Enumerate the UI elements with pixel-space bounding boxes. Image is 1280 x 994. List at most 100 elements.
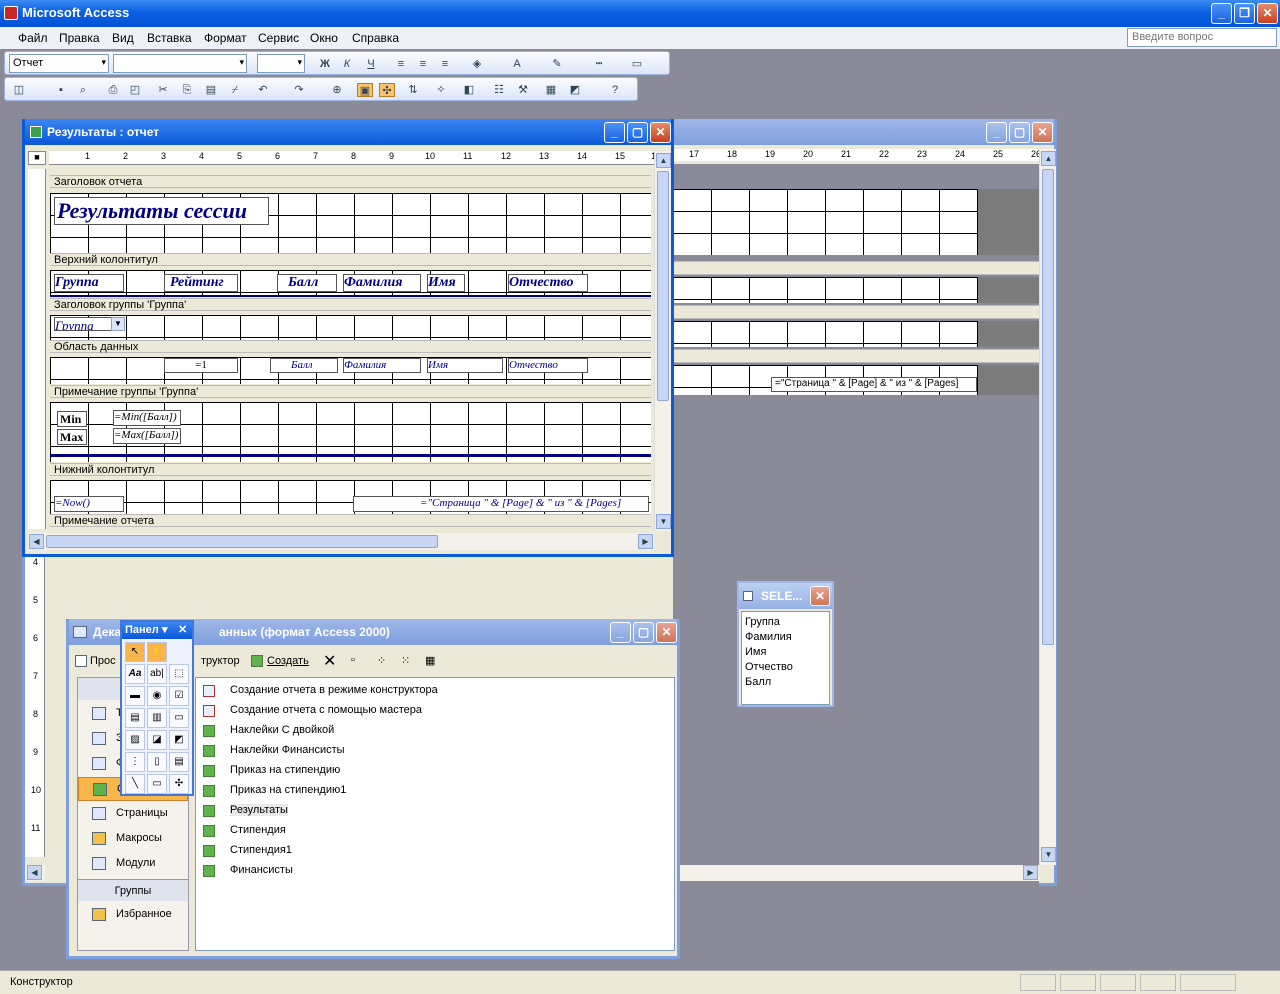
underline-icon[interactable]: Ч xyxy=(363,57,379,71)
detail-ball-field[interactable]: Балл xyxy=(270,358,338,373)
print-icon[interactable]: ⎙ xyxy=(105,83,121,97)
section-detail[interactable]: Область данных xyxy=(50,340,651,353)
list-item-design[interactable]: Создание отчета в режиме конструктора xyxy=(203,684,438,697)
section-page-footer[interactable]: Нижний колонтитул xyxy=(50,463,651,476)
code-icon[interactable]: ◧ xyxy=(461,83,477,97)
bg-page-number-field[interactable]: ="Страница " & [Page] & " из " & [Pages] xyxy=(771,377,977,392)
field-item[interactable]: Фамилия xyxy=(745,631,792,643)
paste-icon[interactable]: ▤ xyxy=(203,83,219,97)
database-window-icon[interactable]: ▦ xyxy=(543,83,559,97)
menu-insert[interactable]: Вставка xyxy=(147,31,192,45)
detail-surname-field[interactable]: Фамилия xyxy=(343,358,421,373)
bound-frame-icon[interactable]: ◩ xyxy=(169,730,189,750)
tab-control-icon[interactable]: ▯ xyxy=(147,752,167,772)
menu-edit[interactable]: Правка xyxy=(59,31,100,45)
list-item-report[interactable]: Наклейки С двойкой xyxy=(203,724,334,737)
scroll-down-icon[interactable]: ▼ xyxy=(656,514,671,529)
select-objects-icon[interactable]: ↖ xyxy=(125,642,145,662)
list-icon[interactable]: ⁙ xyxy=(401,654,410,667)
line-width-icon[interactable]: ┅ xyxy=(591,57,607,71)
list-item-wizard[interactable]: Создание отчета с помощью мастера xyxy=(203,704,422,717)
format-painter-icon[interactable]: ⌿ xyxy=(227,83,243,97)
header-label-ball[interactable]: Балл xyxy=(277,274,337,292)
section-report-header[interactable]: Заголовок отчета xyxy=(50,175,651,188)
unbound-frame-icon[interactable]: ◪ xyxy=(147,730,167,750)
create-button[interactable]: Создать xyxy=(267,655,309,667)
builder-icon[interactable]: ⚒ xyxy=(515,83,531,97)
save-icon[interactable]: ▪ xyxy=(53,83,69,97)
field-list-icon[interactable]: ▣ xyxy=(357,83,373,97)
field-item[interactable]: Балл xyxy=(745,676,771,688)
report-selector[interactable]: ■ xyxy=(28,151,46,165)
delete-icon[interactable]: ✕ xyxy=(323,651,336,671)
new-object-icon[interactable]: ◩ xyxy=(567,83,583,97)
close-icon[interactable]: ✕ xyxy=(178,623,187,636)
category-modules[interactable]: Модули xyxy=(78,852,188,876)
image-tool-icon[interactable]: ▨ xyxy=(125,730,145,750)
report-horizontal-scrollbar[interactable]: ◀ ▶ xyxy=(28,533,654,550)
detail-rating-field[interactable]: =1 xyxy=(164,358,238,373)
category-pages[interactable]: Страницы xyxy=(78,802,188,826)
report-title-label[interactable]: Результаты сессии xyxy=(54,197,269,225)
bg-close-button[interactable]: ✕ xyxy=(1032,122,1053,143)
redo-icon[interactable]: ↷ xyxy=(291,83,307,97)
align-right-icon[interactable]: ≡ xyxy=(437,57,453,71)
chevron-down-icon[interactable]: ▼ xyxy=(111,317,125,331)
section-page-header[interactable]: Верхний колонтитул xyxy=(50,253,651,266)
favorites-group[interactable]: Избранное xyxy=(78,903,188,927)
db-minimize-button[interactable]: _ xyxy=(610,622,631,643)
command-button-icon[interactable]: ▭ xyxy=(169,708,189,728)
option-button-icon[interactable]: ◉ xyxy=(147,686,167,706)
max-label[interactable]: Max xyxy=(57,429,87,445)
fill-color-icon[interactable]: ◈ xyxy=(469,57,485,71)
min-label[interactable]: Min xyxy=(57,411,87,427)
bg-horizontal-scrollbar[interactable]: ▶ xyxy=(677,865,1039,881)
view-icon[interactable]: ◫ xyxy=(11,83,27,97)
section-group-footer[interactable]: Примечание группы 'Группа' xyxy=(50,385,651,398)
list-item-report[interactable]: Финансисты xyxy=(203,864,293,877)
section-report-footer[interactable]: Примечание отчета xyxy=(50,514,651,527)
hyperlink-icon[interactable]: ⊕ xyxy=(329,83,345,97)
chevron-down-icon[interactable]: ▾ xyxy=(162,623,168,636)
search-icon[interactable]: ⌕ xyxy=(75,83,91,97)
now-field[interactable]: =Now() xyxy=(54,496,124,512)
listbox-tool-icon[interactable]: ▥ xyxy=(147,708,167,728)
report-vertical-scrollbar[interactable]: ▲ ▼ xyxy=(654,151,671,531)
db-maximize-button[interactable]: ▢ xyxy=(633,622,654,643)
report-minimize-button[interactable]: _ xyxy=(604,122,625,143)
checkbox-tool-icon[interactable]: ☑ xyxy=(169,686,189,706)
scroll-left-icon[interactable]: ◀ xyxy=(29,534,44,549)
list-item-report[interactable]: Наклейки Финансисты xyxy=(203,744,345,757)
sorting-grouping-icon[interactable]: ⇅ xyxy=(405,83,421,97)
autoformat-icon[interactable]: ✧ xyxy=(433,83,449,97)
field-item[interactable]: Группа xyxy=(745,616,780,628)
minimize-button[interactable]: _ xyxy=(1211,3,1232,24)
bold-icon[interactable]: Ж xyxy=(317,57,333,71)
menu-help[interactable]: Справка xyxy=(352,31,399,45)
more-controls-icon[interactable]: ✣ xyxy=(169,774,189,794)
font-combo[interactable] xyxy=(113,54,247,73)
page-break-icon[interactable]: ⋮ xyxy=(125,752,145,772)
large-icons-icon[interactable]: ▫ xyxy=(351,654,355,666)
menu-tools[interactable]: Сервис xyxy=(258,31,299,45)
bg-vertical-scrollbar[interactable]: ▲ ▼ xyxy=(1039,149,1056,865)
report-maximize-button[interactable]: ▢ xyxy=(627,122,648,143)
list-item-report[interactable]: Стипендия xyxy=(203,824,286,837)
rectangle-tool-icon[interactable]: ▭ xyxy=(147,774,167,794)
ask-question-input[interactable]: Введите вопрос xyxy=(1127,28,1277,47)
combobox-tool-icon[interactable]: ▤ xyxy=(125,708,145,728)
header-label-rating[interactable]: Рейтинг xyxy=(164,274,238,292)
bg-scroll-left-icon[interactable]: ◀ xyxy=(27,865,42,880)
line-tool-icon[interactable]: ╲ xyxy=(125,774,145,794)
field-item[interactable]: Имя xyxy=(745,646,766,658)
section-group-header[interactable]: Заголовок группы 'Группа' xyxy=(50,298,651,311)
bg-scroll-right-icon[interactable]: ▶ xyxy=(1023,865,1038,880)
line-color-icon[interactable]: ✎ xyxy=(549,57,565,71)
control-wizards-icon[interactable]: ⚡ xyxy=(147,642,167,662)
bg-vscroll-thumb[interactable] xyxy=(1042,169,1054,645)
scroll-right-icon[interactable]: ▶ xyxy=(638,534,653,549)
menu-window[interactable]: Окно xyxy=(310,31,338,45)
page-number-field[interactable]: ="Страница " & [Page] & " из " & [Pages] xyxy=(353,496,649,512)
bg-minimize-button[interactable]: _ xyxy=(986,122,1007,143)
max-expression-field[interactable]: =Max([Балл]) xyxy=(113,428,181,444)
